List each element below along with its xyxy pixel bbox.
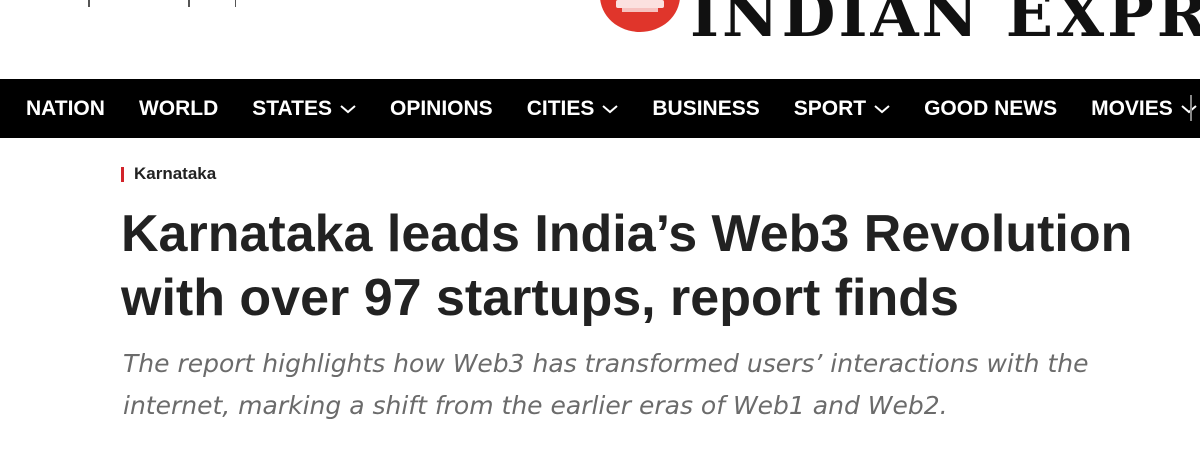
article-headline: Karnataka leads India’s Web3 Revolution … [121, 205, 1133, 327]
chevron-down-icon [340, 104, 356, 113]
chevron-down-icon [874, 104, 890, 113]
masthead: INDIAN EXPRES [0, 0, 1200, 79]
top-divider [88, 0, 90, 7]
nav-item-sport[interactable]: SPORT [777, 97, 907, 121]
site-logo-text[interactable]: INDIAN EXPRES [690, 0, 1200, 51]
chevron-down-icon [602, 104, 619, 113]
nav-item-label: BUSINESS [652, 96, 760, 120]
nav-item-label: WORLD [138, 96, 219, 120]
article-subheadline: The report highlights how Web3 has trans… [123, 349, 1089, 420]
main-navigation: NATION WORLD STATES OPINIONS CITIES BUSI… [0, 79, 1200, 138]
emblem-icon [616, 0, 664, 12]
nav-item-label: SPORT [793, 96, 867, 120]
nav-item-label: CITIES [526, 96, 595, 120]
nav-item-business[interactable]: BUSINESS [635, 97, 776, 121]
nav-item-label: OPINIONS [390, 96, 493, 120]
top-divider [235, 0, 236, 7]
nav-item-good-news[interactable]: GOOD NEWS [907, 97, 1074, 121]
top-divider [188, 0, 190, 7]
logo-emblem-icon[interactable] [600, 0, 680, 32]
nav-item-cities[interactable]: CITIES [510, 97, 636, 121]
article-category[interactable]: Karnataka [121, 164, 216, 184]
nav-item-world[interactable]: WORLD [122, 97, 235, 121]
nav-item-label: NATION [26, 96, 105, 120]
nav-item-label: MOVIES [1091, 96, 1173, 120]
nav-item-label: STATES [252, 96, 332, 120]
nav-item-opinions[interactable]: OPINIONS [373, 97, 510, 121]
nav-item-nation[interactable]: NATION [0, 97, 122, 121]
category-marker [121, 166, 124, 182]
category-label[interactable]: Karnataka [134, 164, 216, 184]
nav-overflow-divider [1170, 79, 1200, 138]
nav-item-states[interactable]: STATES [235, 97, 373, 121]
nav-item-label: GOOD NEWS [924, 96, 1058, 120]
